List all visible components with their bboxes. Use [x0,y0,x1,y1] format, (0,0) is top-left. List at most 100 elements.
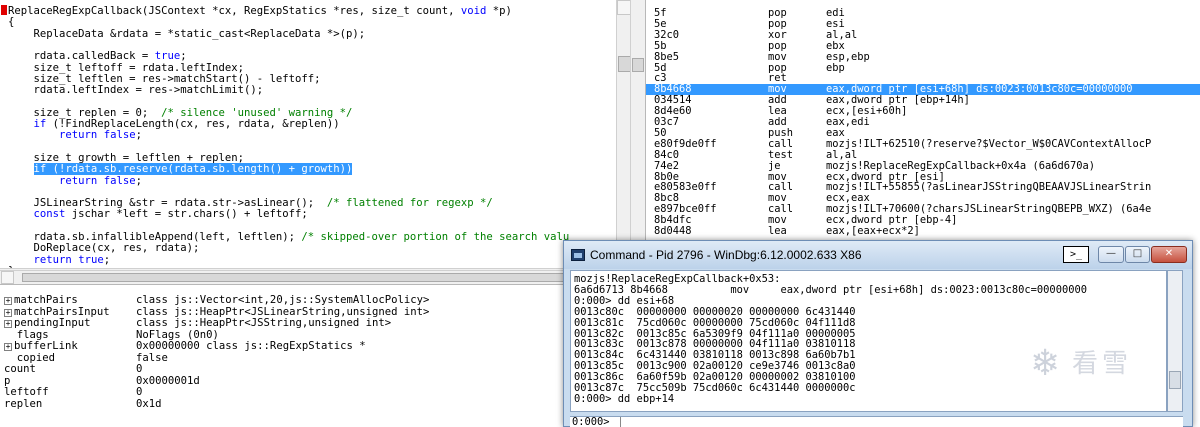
source-line[interactable]: const jschar *left = str.chars() + lefto… [8,208,308,220]
disassembly-row[interactable]: 034514 add eax,dword ptr [ebp+14h] [646,95,1200,106]
command-prompt-icon[interactable]: >_ [1063,246,1089,263]
source-line[interactable]: size_t replen = 0; /* silence 'unused' w… [8,107,353,119]
disassembly-row[interactable]: e80583e0ff call mozjs!ILT+55855(?asLinearJ… [646,182,1200,193]
instruction-mnemonic: je [768,159,781,172]
disassembly-pane[interactable]: 5f pop edi 5e pop esi 32c0 xor al,al 5b pop ebx 8be5… [645,0,1200,270]
command-output-line: 0013c81c 75cd060c 00000000 75cd060c 04f1… [574,316,856,329]
disassembly-row[interactable]: 8b4dfc mov ecx,dword ptr [ebp-4] [646,215,1200,226]
local-variable-value: 0x00000000 class js::RegExpStatics * [136,340,366,352]
local-variable-name: leftoff [4,386,49,398]
site-watermark: ❄ 看雪 [1030,336,1200,396]
command-output-line: 0013c80c 00000000 00000020 00000000 6c43… [574,305,856,318]
locals-pane[interactable]: + matchPairs class js::Vector<int,20,js::S… [0,284,570,427]
instruction-bytes: e80f9de0ff [654,137,717,150]
command-output-line: 0:000> dd esi+68 [574,294,675,307]
instruction-mnemonic: mov [768,50,787,63]
expand-icon[interactable]: + [4,308,12,317]
instruction-operands: al,al [826,28,858,41]
source-line[interactable]: if (!FindReplaceLength(cx, res, rdata, &… [8,118,340,130]
source-line[interactable]: rdata.calledBack = true; [8,50,187,62]
disassembly-row[interactable]: 32c0 xor al,al [646,28,1200,41]
disassembly-row[interactable]: 8d0448 lea eax,[eax+ecx*2] [646,226,1200,237]
source-line[interactable]: DoReplace(cx, res, rdata); [8,242,200,254]
instruction-operands: mozjs!ReplaceRegExpCallback+0x4a (6a6d67… [826,159,1095,172]
command-input[interactable] [620,417,1180,427]
source-line[interactable]: size_t leftoff = rdata.leftIndex; [8,62,245,74]
source-line[interactable]: ReplaceData &rdata = *static_cast<Replac… [8,28,366,40]
disassembly-row[interactable]: 03c7 add eax,edi [646,117,1200,128]
windbg-app-icon [571,249,585,261]
minimize-button[interactable]: — [1098,246,1124,263]
instruction-operands: eax,[eax+ecx*2] [826,225,920,237]
expand-icon[interactable]: + [4,320,12,328]
source-horizontal-scrollbar[interactable] [0,270,632,284]
snowflake-logo-icon: ❄ [1030,343,1061,384]
locals-row[interactable]: + bufferLink 0x00000000 class js::RegExpSt… [0,340,570,353]
instruction-bytes: 32c0 [654,28,680,41]
local-variable-value: class js::HeapPtr<JSString,unsigned int> [136,317,392,329]
disassembly-scroll-thumb[interactable] [632,58,644,72]
source-line[interactable]: size_t growth = leftlen + replen; [8,152,245,164]
local-variable-value: class js::Vector<int,20,js::SystemAllocP… [136,294,430,306]
locals-row[interactable]: + pendingInput class js::HeapPtr<JSString,… [0,317,570,330]
instruction-bytes: 74e2 [654,159,680,172]
instruction-operands: mozjs!ILT+55855(?asLinearJSStringQBEAAVJ… [826,181,1152,194]
source-code-pane[interactable]: ReplaceRegExpCallback(JSContext *cx, Reg… [0,0,632,270]
instruction-operands: al,al [826,148,858,161]
locals-row[interactable]: replen 0x1d [0,397,570,411]
disassembly-row[interactable]: 5d pop ebp [646,61,1200,74]
locals-row[interactable]: leftoff 0 [0,386,570,399]
local-variable-value: 0 [136,363,143,375]
source-line[interactable]: if (!rdata.sb.reserve(rdata.sb.length() … [8,163,353,176]
close-button[interactable]: ✕ [1151,246,1187,263]
disassembly-row[interactable]: 5e pop esi [646,19,1200,30]
locals-row[interactable]: p 0x0000001d [0,375,570,388]
source-line[interactable]: return false; [8,175,142,187]
disassembly-row[interactable]: 5f pop edi [646,8,1200,19]
source-line[interactable]: return false; [8,129,142,141]
command-window-titlebar[interactable]: Command - Pid 2796 - WinDbg:6.12.0002.63… [564,241,1192,269]
local-variable-value: 0x1d [136,397,162,410]
disassembly-row[interactable]: 8d4e60 lea ecx,[esi+60h] [646,106,1200,117]
instruction-operands: mozjs!ILT+62510(?reserve?$Vector_W$0CAVC… [826,137,1152,150]
disassembly-row[interactable]: 74e2 je mozjs!ReplaceRegExpCallback+0x4a (… [646,159,1200,172]
instruction-bytes: 8be5 [654,50,680,63]
expand-icon[interactable]: + [4,297,12,305]
source-line[interactable]: { [8,16,14,28]
instruction-mnemonic: call [768,137,794,150]
instruction-operands: ebp [826,61,845,74]
instruction-bytes: 84c0 [654,148,680,161]
source-line[interactable]: rdata.leftIndex = res->matchLimit(); [8,84,264,96]
source-line[interactable]: size_t leftlen = res->matchStart() - lef… [8,73,321,85]
command-output-line: 0:000> dd ebp+14 [574,392,675,405]
watermark-text: 看雪 [1072,349,1133,379]
command-window-title: Command - Pid 2796 - WinDbg:6.12.0002.63… [590,248,862,262]
disassembly-row[interactable]: 5b pop ebx [646,39,1200,52]
local-variable-name: + bufferLink [4,340,78,352]
locals-row[interactable]: + matchPairs class js::Vector<int,20,js::S… [0,294,570,307]
scroll-left-button[interactable] [1,271,14,284]
source-line[interactable]: ReplaceRegExpCallback(JSContext *cx, Reg… [8,5,512,17]
instruction-bytes: 5b [654,39,667,52]
disassembly-row[interactable]: 8be5 mov esp,ebp [646,50,1200,63]
command-input-row: 0:000> [570,416,1183,427]
source-line[interactable]: JSLinearString &str = rdata.str->asLinea… [8,197,493,209]
instruction-mnemonic: test [768,148,794,161]
local-variable-name: + pendingInput [4,317,91,329]
disassembly-scrollbar[interactable] [630,0,645,270]
locals-row[interactable]: count 0 [0,363,570,376]
source-line[interactable]: return true; [8,254,111,266]
horizontal-scroll-thumb[interactable] [22,273,608,282]
maximize-button[interactable]: □ [1125,246,1150,263]
instruction-bytes: 8d0448 [654,225,692,237]
instruction-mnemonic: pop [768,39,787,52]
expand-icon[interactable]: + [4,343,12,351]
command-input-prompt: 0:000> [572,416,610,427]
disassembly-row[interactable]: e80f9de0ff call mozjs!ILT+62510(?reserve?$… [646,137,1200,150]
command-window[interactable]: Command - Pid 2796 - WinDbg:6.12.0002.63… [563,240,1193,427]
locals-row[interactable]: copied false [0,352,570,365]
local-variable-name: + matchPairs [4,294,78,306]
local-variable-name: replen [4,397,43,410]
disassembly-row[interactable]: 84c0 test al,al [646,148,1200,161]
source-line[interactable]: rdata.sb.infallibleAppend(left, leftlen)… [8,231,570,243]
